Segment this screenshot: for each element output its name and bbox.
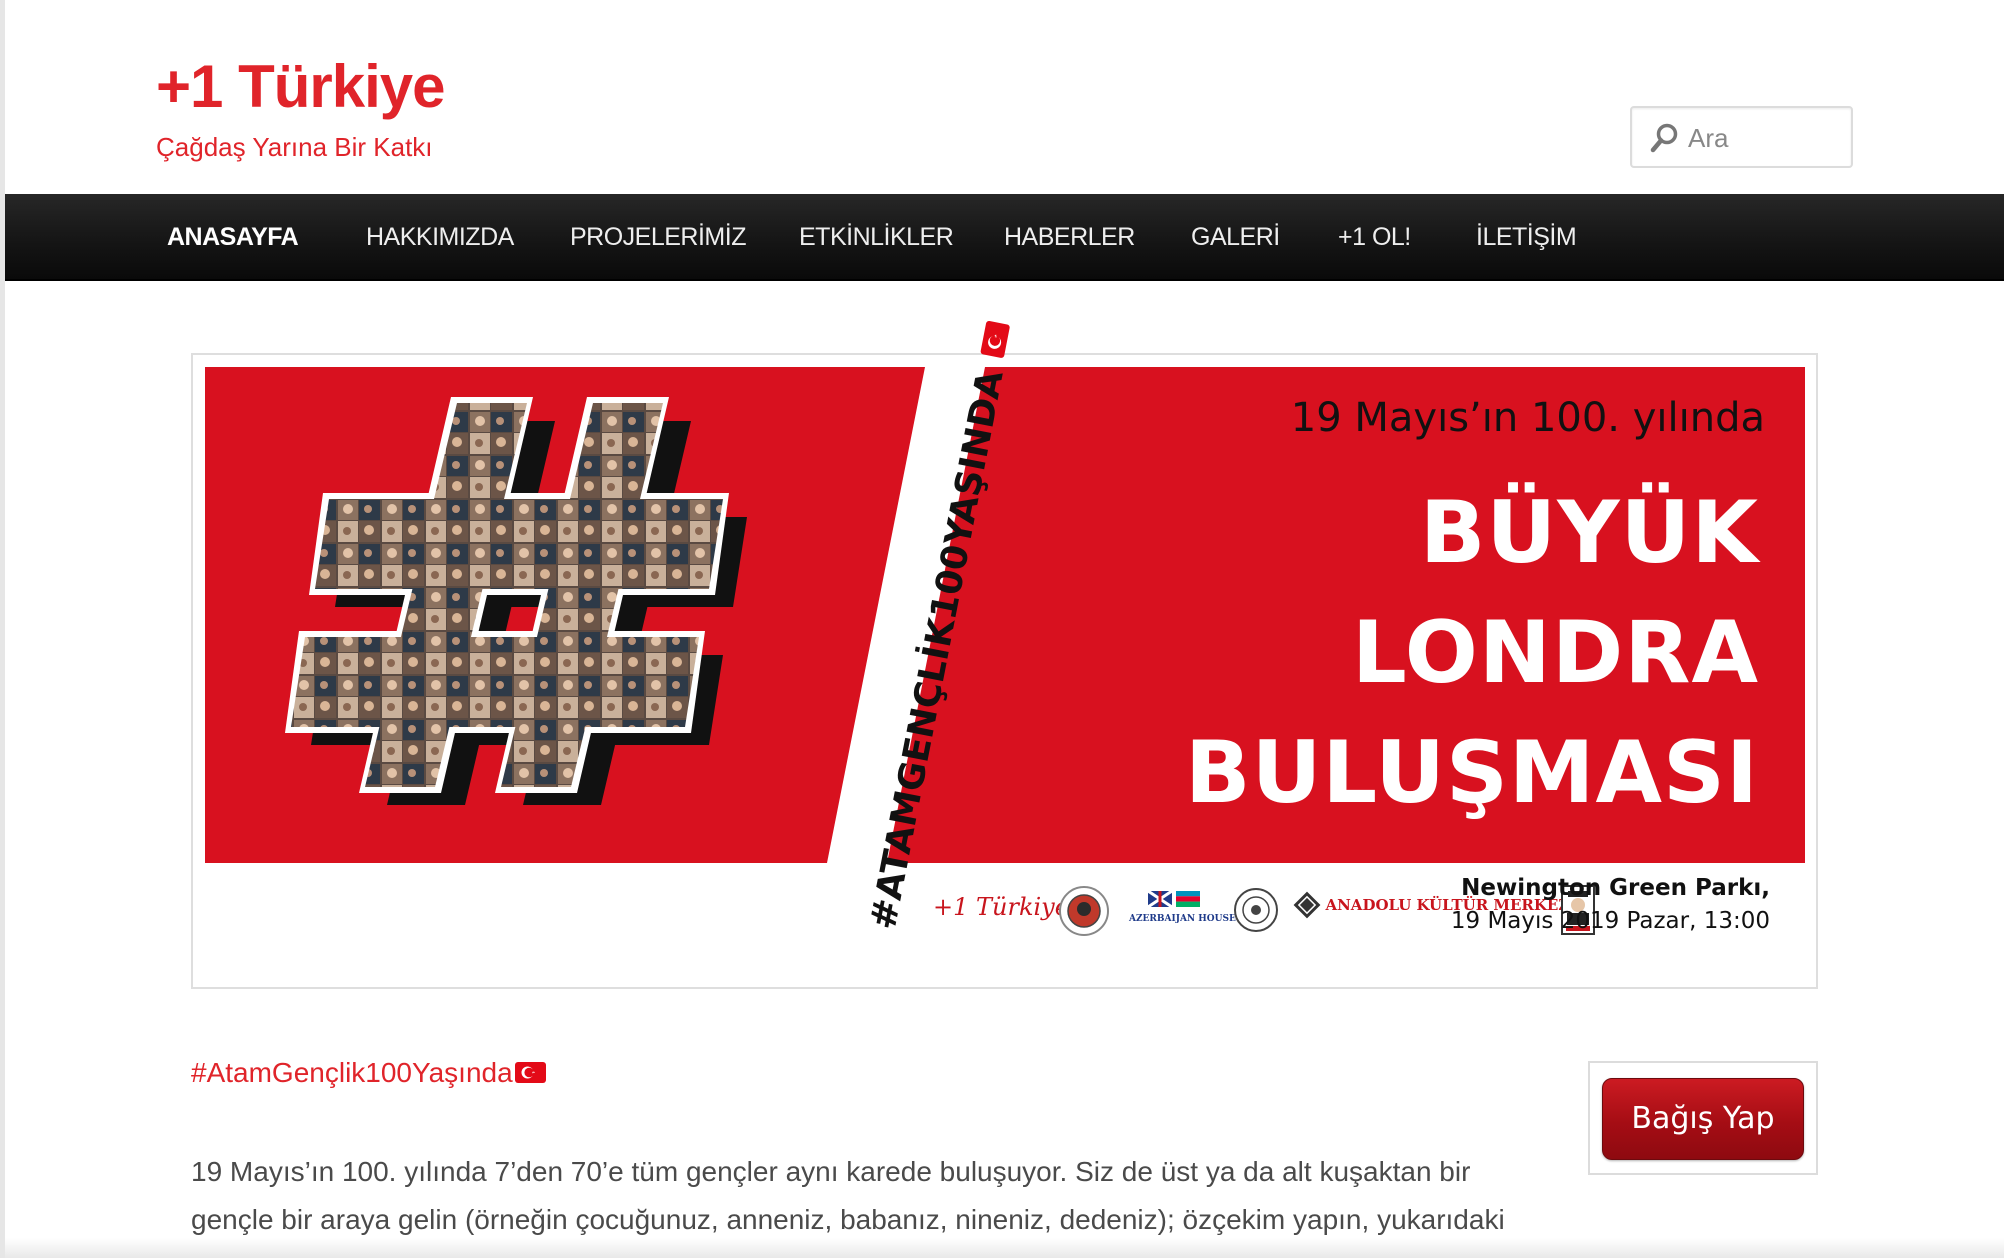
- search-box[interactable]: [1630, 106, 1853, 168]
- flags-icon: [1147, 889, 1200, 909]
- search-icon: [1650, 123, 1678, 153]
- banner-subtitle: 19 Mayıs’ın 100. yılında: [1290, 395, 1765, 441]
- donate-widget: Bağış Yap: [1588, 1061, 1818, 1175]
- banner-title-line-2: LONDRA: [1352, 603, 1759, 703]
- post-hashtag-text: #AtamGençlik100Yaşında: [191, 1057, 513, 1088]
- nav-item-etkinlikler[interactable]: ETKİNLİKLER: [799, 194, 954, 281]
- nav-item-hakkimizda[interactable]: HAKKIMIZDA: [366, 194, 514, 281]
- emblem-logo-icon: [1234, 888, 1278, 932]
- turkish-flag-icon: [514, 1062, 546, 1083]
- nav-item-iletisim[interactable]: İLETİŞİM: [1476, 194, 1577, 281]
- donate-button[interactable]: Bağış Yap: [1602, 1078, 1804, 1160]
- nav-item-plus1-ol[interactable]: +1 OL!: [1338, 194, 1411, 281]
- post-hashtag[interactable]: #AtamGençlik100Yaşında: [191, 1057, 546, 1089]
- site-header: +1 Türkiye Çağdaş Yarına Bir Katkı: [5, 0, 2004, 194]
- nav-item-galeri[interactable]: GALERİ: [1191, 194, 1280, 281]
- site-title[interactable]: +1 Türkiye: [156, 52, 446, 122]
- post-paragraph-line-2: gençle bir araya gelin (örneğin çocuğunu…: [191, 1204, 1505, 1235]
- scroll-fade: [0, 1238, 2004, 1258]
- seal-logo-icon: [1059, 886, 1109, 936]
- banner-datetime: 19 Mayıs 2019 Pazar, 13:00: [1450, 908, 1770, 934]
- logo-plus1-turkiye: +1 Türkiye: [933, 893, 1069, 921]
- nav-item-anasayfa[interactable]: ANASAYFA: [167, 194, 299, 281]
- banner-venue: Newington Green Parkı,: [1461, 875, 1770, 901]
- banner-title-line-1: BÜYÜK: [1419, 483, 1759, 583]
- turkish-flag-icon: [980, 320, 1011, 359]
- site-tagline: Çağdaş Yarına Bir Katkı: [156, 132, 433, 162]
- banner-red-panel: 19 Mayıs’ın 100. yılında BÜYÜK LONDRA BU…: [205, 367, 1805, 863]
- event-banner[interactable]: 19 Mayıs’ın 100. yılında BÜYÜK LONDRA BU…: [191, 320, 1818, 989]
- banner-title-line-3: BULUŞMASI: [1185, 723, 1759, 823]
- knot-icon: [1293, 891, 1321, 919]
- logo-azerbaijan-house: AZERBAIJAN HOUSE: [1129, 889, 1236, 924]
- main-nav: ANASAYFA HAKKIMIZDA PROJELERİMİZ ETKİNLİ…: [5, 194, 2004, 281]
- nav-item-projelerimiz[interactable]: PROJELERİMİZ: [570, 194, 746, 281]
- nav-item-haberler[interactable]: HABERLER: [1004, 194, 1135, 281]
- search-input[interactable]: [1688, 118, 1843, 158]
- post-paragraph-line-1: 19 Mayıs’ın 100. yılında 7’den 70’e tüm …: [191, 1156, 1471, 1187]
